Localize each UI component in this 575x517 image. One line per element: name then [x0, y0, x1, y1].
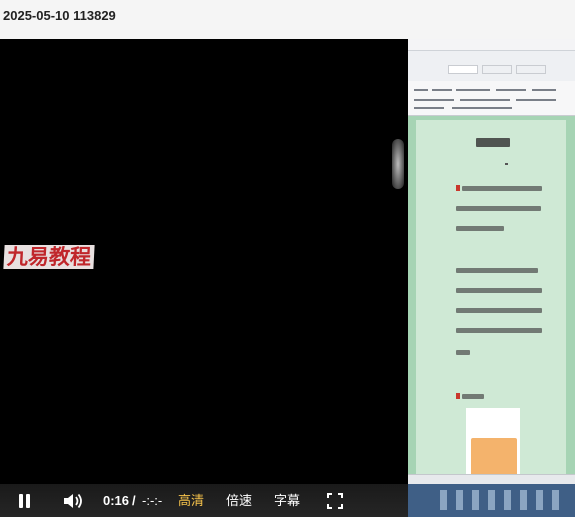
- doc-statusbar: [408, 474, 575, 484]
- page-title: 2025-05-10 113829: [3, 8, 116, 23]
- video-frame-document-window: [408, 39, 575, 484]
- doc-titlebar: [408, 39, 575, 51]
- doc-tab: [482, 65, 512, 74]
- time-separator: /: [132, 493, 136, 508]
- doc-ribbon: [408, 81, 575, 116]
- duration: -:-:-: [142, 493, 163, 508]
- watermark-logo: 九易教程: [3, 245, 95, 269]
- player-control-bar: 0:16 / -:-:- 高清 倍速 字幕: [0, 484, 408, 517]
- video-frame-scroll-handle: [392, 139, 404, 189]
- pause-icon[interactable]: [18, 494, 32, 508]
- doc-page: [416, 120, 566, 484]
- video-player[interactable]: 九易教程 0:16 / -:-:- 高清 倍速 字幕: [0, 39, 575, 517]
- speed-button[interactable]: 倍速: [226, 484, 252, 517]
- current-time: 0:16: [103, 493, 130, 508]
- doc-tabbar: [408, 51, 575, 81]
- volume-icon[interactable]: [62, 492, 84, 510]
- quality-button[interactable]: 高清: [178, 484, 204, 517]
- doc-image: [471, 438, 517, 478]
- doc-bullet-marker: [456, 185, 460, 191]
- subtitle-button[interactable]: 字幕: [274, 484, 300, 517]
- doc-tab: [516, 65, 546, 74]
- doc-tab: [448, 65, 478, 74]
- page-header: 2025-05-10 113829: [0, 0, 575, 39]
- doc-canvas: [408, 116, 575, 484]
- doc-page-title: [476, 138, 510, 147]
- fullscreen-icon[interactable]: [327, 493, 343, 509]
- doc-bullet-marker: [456, 393, 460, 399]
